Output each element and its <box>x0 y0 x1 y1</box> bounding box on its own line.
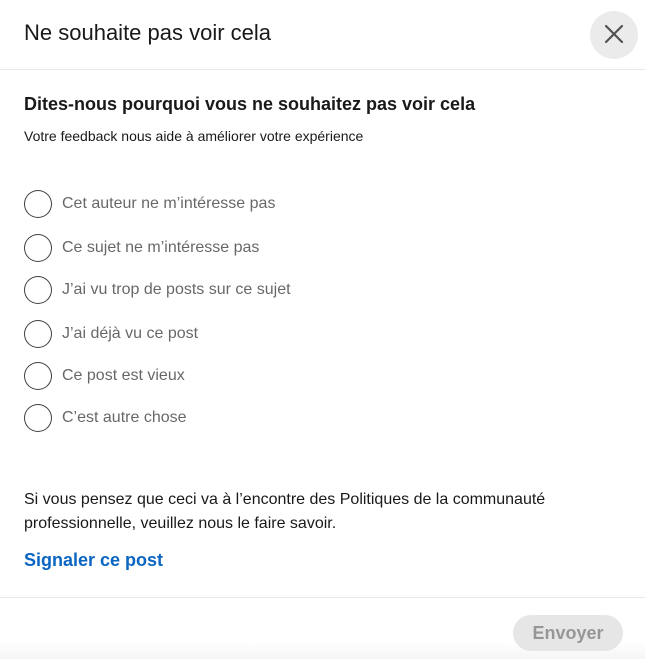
radio-button[interactable] <box>24 276 52 304</box>
dialog-footer: Envoyer <box>0 597 645 659</box>
reason-option-label: Ce sujet ne m’intéresse pas <box>62 239 260 256</box>
report-post-link[interactable]: Signaler ce post <box>24 548 163 572</box>
reason-option[interactable]: J’ai vu trop de posts sur ce sujet <box>24 275 424 305</box>
feedback-dialog: Ne souhaite pas voir cela Dites-nous pou… <box>0 0 645 659</box>
close-button[interactable] <box>590 11 638 59</box>
policy-notice: Si vous pensez que ceci va à l’encontre … <box>24 491 546 532</box>
reason-option[interactable]: C’est autre chose <box>24 403 424 433</box>
reason-option[interactable]: Ce sujet ne m’intéresse pas <box>24 233 424 263</box>
reason-option[interactable]: Ce post est vieux <box>24 361 424 391</box>
radio-button[interactable] <box>24 404 52 432</box>
dialog-title: Ne souhaite pas voir cela <box>24 20 272 45</box>
close-icon <box>602 22 626 49</box>
reason-option-label: J’ai déjà vu ce post <box>62 325 199 342</box>
radio-button[interactable] <box>24 362 52 390</box>
reason-option[interactable]: J’ai déjà vu ce post <box>24 319 424 349</box>
radio-button[interactable] <box>24 234 52 262</box>
reason-option-label: Cet auteur ne m’intéresse pas <box>62 195 276 212</box>
radio-button[interactable] <box>24 190 52 218</box>
feedback-question: Dites-nous pourquoi vous ne souhaitez pa… <box>24 94 476 114</box>
feedback-subtitle: Votre feedback nous aide à améliorer vot… <box>24 128 364 144</box>
reason-option[interactable]: Cet auteur ne m’intéresse pas <box>24 189 424 219</box>
radio-button[interactable] <box>24 320 52 348</box>
dialog-header: Ne souhaite pas voir cela <box>0 0 645 70</box>
send-button[interactable]: Envoyer <box>513 615 623 651</box>
reason-option-label: J’ai vu trop de posts sur ce sujet <box>62 281 291 298</box>
reason-option-label: C’est autre chose <box>62 409 187 426</box>
reason-option-label: Ce post est vieux <box>62 367 185 384</box>
